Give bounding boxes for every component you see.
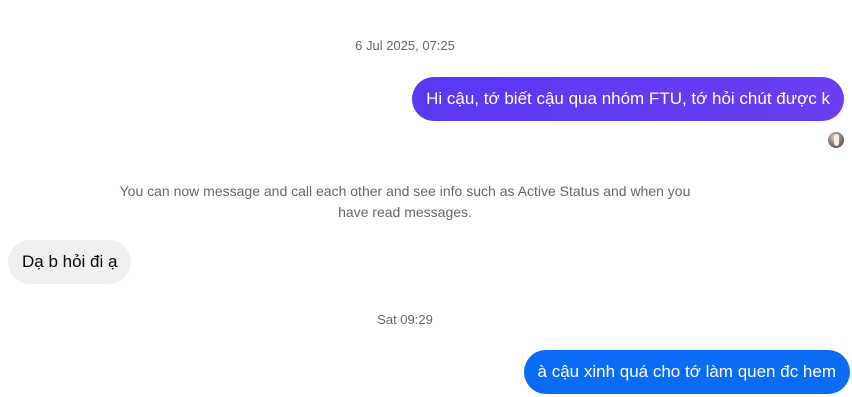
- message-timestamp: Sat 09:29: [377, 312, 433, 327]
- system-notice: You can now message and call each other …: [119, 183, 691, 220]
- outgoing-message-bubble[interactable]: Hi cậu, tớ biết cậu qua nhóm FTU, tớ hỏi…: [412, 77, 844, 121]
- seen-avatar-icon: [828, 132, 844, 148]
- message-timestamp: 6 Jul 2025, 07:25: [355, 38, 455, 53]
- incoming-message-bubble[interactable]: Dạ b hỏi đi ạ: [8, 240, 132, 284]
- outgoing-message-bubble[interactable]: à cậu xinh quá cho tớ làm quen đc hem: [523, 350, 850, 394]
